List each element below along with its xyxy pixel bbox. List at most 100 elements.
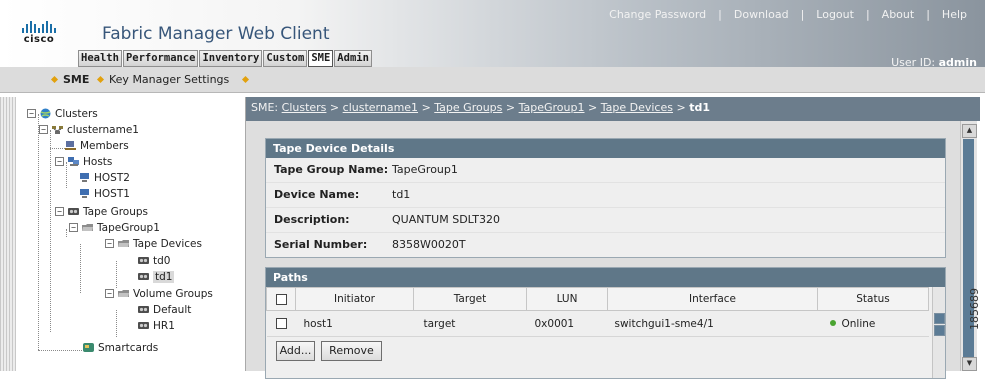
tree-node-label: td1: [153, 271, 175, 283]
breadcrumb-link-tape-devices[interactable]: Tape Devices: [601, 101, 673, 114]
tree-node-label: td0: [153, 255, 171, 267]
collapse-toggle-icon[interactable]: −: [55, 156, 64, 166]
add-path-button[interactable]: Add...: [276, 341, 315, 361]
breadcrumb-link-tape-groups[interactable]: Tape Groups: [434, 101, 502, 114]
select-all-header: [266, 287, 296, 311]
interface-cell: switchgui1-sme4/1: [607, 310, 818, 337]
scroll-down-arrow-icon[interactable]: ▼: [962, 357, 977, 371]
column-header-interface[interactable]: Interface: [607, 287, 818, 311]
member-icon: [65, 140, 76, 150]
tree-node-label: Volume Groups: [133, 288, 213, 300]
detail-label: Serial Number:: [274, 238, 368, 251]
tab-sme[interactable]: SME: [308, 50, 334, 67]
tree-connector: [50, 148, 65, 149]
tab-custom[interactable]: Custom: [263, 50, 308, 67]
status-cell: Online: [817, 310, 929, 337]
tape-device-details-panel: Tape Device Details Tape Group Name: Tape…: [265, 138, 946, 258]
globe-icon: [40, 108, 51, 118]
breadcrumb-link-clusters[interactable]: Clusters: [282, 101, 327, 114]
breadcrumb-link-tapegroup1[interactable]: TapeGroup1: [519, 101, 585, 114]
collapse-toggle-icon[interactable]: −: [69, 222, 78, 232]
scroll-up-arrow-icon[interactable]: ▲: [962, 124, 977, 138]
breadcrumb: SME: Clusters > clustername1 > Tape Grou…: [246, 97, 980, 121]
collapse-toggle-icon[interactable]: −: [105, 238, 114, 248]
tree-node-clusters[interactable]: − Clusters: [27, 106, 98, 122]
breadcrumb-link-clustername1[interactable]: clustername1: [343, 101, 418, 114]
select-all-checkbox[interactable]: [275, 293, 287, 305]
diamond-icon: [50, 75, 59, 83]
tree-node-tapegroup1[interactable]: − TapeGroup1: [69, 220, 160, 236]
link-separator: |: [865, 8, 870, 21]
tree-node-tape-devices[interactable]: − Tape Devices: [105, 236, 202, 252]
tape-folder-icon: [118, 289, 129, 297]
tree-node-default[interactable]: Default: [137, 302, 191, 318]
tape-device-icon: [138, 256, 149, 264]
breadcrumb-separator: >: [676, 101, 686, 114]
tab-admin[interactable]: Admin: [334, 50, 372, 67]
table-row[interactable]: host1 target 0x0001 switchgui1-sme4/1 On…: [266, 310, 929, 337]
tape-group-icon: [68, 207, 79, 215]
paths-table: Initiator Target LUN Interface Status ho…: [266, 287, 929, 337]
host-icon: [80, 188, 89, 198]
tape-folder-icon: [82, 223, 93, 231]
collapse-toggle-icon[interactable]: −: [39, 124, 48, 134]
paths-table-wrapper: Initiator Target LUN Interface Status ho…: [266, 287, 945, 378]
tab-health[interactable]: Health: [78, 50, 122, 67]
content-vertical-scrollbar[interactable]: ▲ ▼: [960, 121, 977, 371]
download-link[interactable]: Download: [734, 8, 789, 21]
about-link[interactable]: About: [882, 8, 915, 21]
tab-inventory[interactable]: Inventory: [199, 50, 263, 67]
tree-node-host1[interactable]: HOST1: [78, 186, 130, 202]
remove-path-button[interactable]: Remove: [321, 341, 382, 361]
tree-node-members[interactable]: Members: [64, 138, 129, 154]
diamond-icon: [96, 75, 105, 83]
breadcrumb-current: td1: [689, 101, 710, 114]
detail-value: 8358W0020T: [392, 238, 466, 251]
table-header-row: Initiator Target LUN Interface Status: [266, 287, 929, 311]
tree-node-label: Hosts: [83, 156, 113, 168]
tape-device-icon: [138, 305, 149, 313]
tree-node-hosts[interactable]: − Hosts: [55, 154, 112, 170]
submenu-bar: SME Key Manager Settings: [0, 67, 985, 93]
tree-node-td0[interactable]: td0: [137, 253, 170, 269]
tree-node-volume-groups[interactable]: − Volume Groups: [105, 286, 213, 302]
collapse-toggle-icon[interactable]: −: [55, 206, 64, 216]
table-scroll-down-icon[interactable]: [934, 325, 945, 336]
collapsed-side-panel-handle[interactable]: [0, 97, 16, 371]
column-header-target[interactable]: Target: [413, 287, 527, 311]
column-header-initiator[interactable]: Initiator: [295, 287, 414, 311]
tree-node-tape-groups[interactable]: − Tape Groups: [55, 204, 148, 220]
tree-node-label: Tape Devices: [133, 238, 202, 250]
collapse-toggle-icon[interactable]: −: [105, 288, 114, 298]
collapse-toggle-icon[interactable]: −: [27, 108, 36, 118]
tree-node-clustername1[interactable]: − clustername1: [39, 122, 139, 138]
breadcrumb-separator: >: [588, 101, 598, 114]
breadcrumb-separator: >: [505, 101, 516, 114]
help-link[interactable]: Help: [942, 8, 967, 21]
column-header-lun[interactable]: LUN: [526, 287, 608, 311]
breadcrumb-separator: >: [421, 101, 431, 114]
tree-node-label: HOST1: [94, 188, 130, 200]
detail-value: QUANTUM SDLT320: [392, 213, 501, 226]
link-separator: |: [800, 8, 805, 21]
column-header-status[interactable]: Status: [817, 287, 929, 311]
logout-link[interactable]: Logout: [816, 8, 854, 21]
submenu-item-label: SME: [63, 73, 90, 86]
table-scroll-up-icon[interactable]: [934, 313, 945, 324]
tab-performance[interactable]: Performance: [122, 50, 199, 67]
submenu-item-key-manager-settings[interactable]: Key Manager Settings: [96, 73, 229, 86]
paths-table-scrollbar[interactable]: [932, 287, 945, 378]
smartcard-icon: [83, 342, 94, 352]
scrollbar-thumb[interactable]: [963, 139, 974, 365]
tree-node-hr1[interactable]: HR1: [137, 318, 175, 334]
cisco-logo-bars-icon: [18, 21, 60, 33]
tree-node-td1[interactable]: td1: [137, 269, 175, 285]
tree-node-smartcards[interactable]: Smartcards: [82, 340, 158, 356]
change-password-link[interactable]: Change Password: [609, 8, 706, 21]
tree-node-host2[interactable]: HOST2: [78, 170, 130, 186]
row-checkbox[interactable]: [275, 318, 287, 329]
submenu-item-sme[interactable]: SME: [50, 73, 90, 86]
tree-connector: [38, 350, 82, 351]
tree-node-label: Default: [153, 304, 192, 316]
detail-row: Device Name: td1: [266, 183, 945, 208]
